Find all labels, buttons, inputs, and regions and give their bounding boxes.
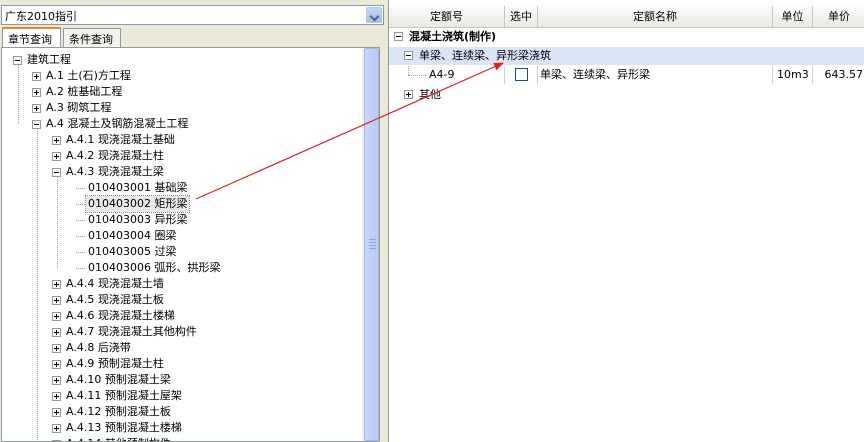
tree-item-label: A.4.4 现浇混凝土墙 [66, 277, 164, 290]
expand-icon[interactable] [404, 90, 413, 99]
grid-header: 定额号 选中 定额名称 单位 单价 [389, 6, 864, 28]
tree-item-label: 010403006 弧形、拱形梁 [88, 261, 221, 274]
tree-item-label: A.4.8 后浇带 [66, 341, 131, 354]
guide-select-value: 广东2010指引 [5, 10, 77, 23]
chevron-down-icon[interactable] [366, 7, 382, 23]
group-other[interactable]: 其他 [389, 86, 864, 103]
tree-item-label: A.4 混凝土及钢筋混凝土工程 [46, 117, 189, 130]
col-header-select[interactable]: 选中 [505, 6, 538, 28]
expand-icon[interactable] [52, 296, 61, 305]
row-select-cell [505, 66, 538, 84]
quota-grid: 定额号 选中 定额名称 单位 单价 混凝土浇筑(制作) 单梁、连续梁、异形梁浇筑… [388, 0, 864, 442]
tree-item-label: 010403001 基础梁 [88, 181, 188, 194]
expand-icon[interactable] [52, 312, 61, 321]
col-header-name[interactable]: 定额名称 [538, 6, 773, 28]
expand-icon[interactable] [32, 72, 41, 81]
expand-icon[interactable] [32, 104, 41, 113]
expand-icon[interactable] [52, 280, 61, 289]
row-checkbox[interactable] [515, 68, 528, 81]
tree-item-label: A.4.14 其他预制构件 [64, 436, 173, 441]
expand-icon[interactable] [52, 152, 61, 161]
tree-item-label: 建筑工程 [27, 53, 71, 66]
expand-icon[interactable] [52, 360, 61, 369]
tree-item-label: A.2 桩基础工程 [46, 85, 123, 98]
tree-item-label: 010403004 圈梁 [88, 229, 177, 242]
tree-item-label: A.4.7 现浇混凝土其他构件 [66, 325, 197, 338]
tree-item-label: A.4.11 预制混凝土屋架 [66, 389, 182, 402]
group-concrete-pouring[interactable]: 混凝土浇筑(制作) [389, 28, 864, 46]
tree-item-label: A.4.10 预制混凝土梁 [66, 373, 171, 386]
expand-icon[interactable] [52, 344, 61, 353]
chapter-tree: 建筑工程 A.1 土(石)方工程 A.2 桩基础工程 A.3 砌筑工程 A.4 混凝土及… [1, 47, 380, 442]
col-header-code[interactable]: 定额号 [389, 6, 505, 28]
expand-icon[interactable] [32, 88, 41, 97]
group-beam-pouring[interactable]: 单梁、连续梁、异形梁浇筑 [389, 47, 864, 65]
tab-chapter-query[interactable]: 章节查询 [2, 27, 61, 47]
tree-item-label: A.1 土(石)方工程 [46, 69, 131, 82]
table-row[interactable]: A4-9 单梁、连续梁、异形梁 10m3 643.57 [389, 66, 864, 84]
tree-item-label: 010403003 异形梁 [88, 213, 188, 226]
guide-select[interactable]: 广东2010指引 [1, 5, 384, 25]
expand-icon[interactable] [52, 392, 61, 401]
collapse-icon[interactable] [404, 51, 413, 60]
row-price: 643.57 [824, 68, 864, 81]
chapter-pane: 广东2010指引 章节查询 条件查询 建筑工程 A.1 土(石)方工程 A.2 桩基… [0, 0, 386, 442]
col-header-unit[interactable]: 单位 [773, 6, 813, 28]
expand-icon[interactable] [52, 328, 61, 337]
expand-icon[interactable] [52, 136, 61, 145]
row-code: A4-9 [429, 66, 505, 84]
tab-condition-query[interactable]: 条件查询 [63, 28, 121, 47]
group-title: 混凝土浇筑(制作) [409, 30, 497, 43]
collapse-icon[interactable] [394, 32, 403, 41]
expand-icon[interactable] [52, 424, 61, 433]
tree-item-label: A.3 砌筑工程 [46, 101, 112, 114]
expand-icon[interactable] [52, 408, 61, 417]
tree-item-label: A.4.1 现浇混凝土基础 [66, 133, 175, 146]
tree-item-label: A.4.12 预制混凝土板 [66, 405, 171, 418]
tree-scrollbar[interactable] [362, 48, 379, 441]
tree-item-label: A.4.13 预制混凝土楼梯 [66, 421, 182, 434]
subgroup-title: 单梁、连续梁、异形梁浇筑 [419, 49, 551, 62]
tree-item-label: A.4.2 现浇混凝土柱 [66, 149, 164, 162]
tree-item-label: 010403002 矩形梁 [84, 195, 191, 213]
tree-item-label: 010403005 过梁 [88, 245, 177, 258]
scrollbar-thumb[interactable] [364, 48, 379, 441]
tree-item-label: A.4.3 现浇混凝土梁 [66, 165, 164, 178]
col-header-price[interactable]: 单价 [813, 6, 864, 28]
tree-item-label: A.4.5 现浇混凝土板 [66, 293, 164, 306]
tree-item-label: A.4.9 预制混凝土柱 [66, 357, 164, 370]
expand-icon[interactable] [52, 376, 61, 385]
row-name: 单梁、连续梁、异形梁 [538, 66, 773, 84]
row-unit: 10m3 [773, 66, 813, 84]
tree-item-label: A.4.6 现浇混凝土楼梯 [66, 309, 175, 322]
group-other-title: 其他 [419, 88, 441, 101]
